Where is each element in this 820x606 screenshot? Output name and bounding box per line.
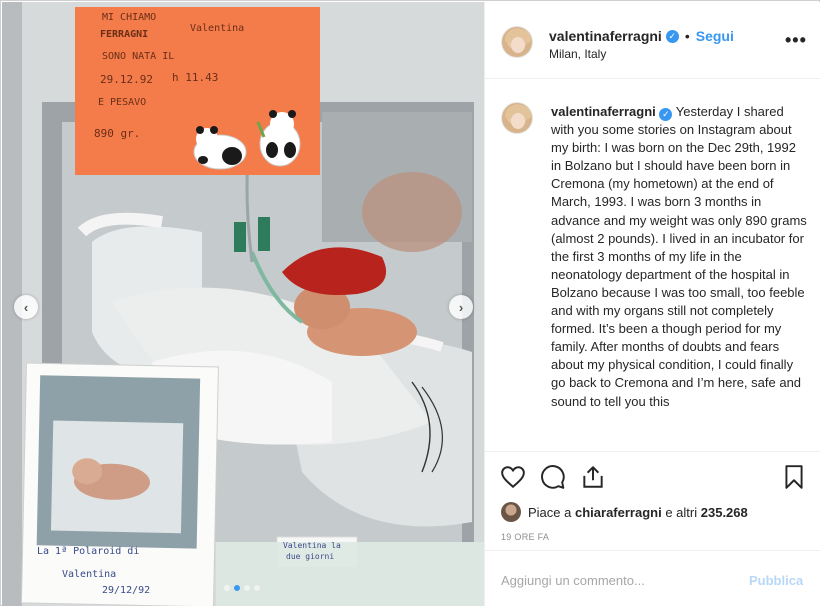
note-line: Valentina la	[283, 541, 341, 550]
carousel-dot	[254, 585, 260, 591]
comment-bar: Aggiungi un commento... Pubblica	[485, 550, 820, 606]
card-line: MI CHIAMO	[102, 12, 157, 23]
post-header: valentinaferragni ✓ • Segui Milan, Italy…	[485, 2, 820, 79]
likes-count[interactable]: 235.268	[701, 505, 748, 520]
carousel-prev-button[interactable]: ‹	[14, 295, 38, 319]
card-line: h 11.43	[172, 71, 219, 84]
bookmark-icon[interactable]	[781, 464, 807, 490]
verified-badge-icon: ✓	[659, 107, 673, 121]
likes-middle: e altri	[665, 504, 698, 520]
card-line: FERRAGNI	[100, 29, 149, 40]
instagram-post-window: MI CHIAMO FERRAGNI Valentina SONO NATA I…	[0, 0, 820, 606]
polaroid-photo	[20, 362, 219, 606]
post-location[interactable]: Milan, Italy	[549, 47, 606, 61]
separator-dot: •	[684, 28, 690, 44]
liker-username[interactable]: chiaraferragni	[575, 505, 662, 520]
follow-button[interactable]: Segui	[696, 28, 734, 44]
carousel-dot	[224, 585, 230, 591]
likes-prefix: Piace a	[528, 504, 572, 520]
liker-avatar[interactable]	[501, 502, 521, 522]
heart-icon[interactable]	[500, 464, 526, 490]
carousel-indicator	[224, 585, 260, 591]
comment-input[interactable]: Aggiungi un commento...	[501, 573, 645, 588]
caption-body: Yesterday I shared with you some stories…	[551, 104, 807, 409]
caption: valentinaferragni ✓ Yesterday I shared w…	[551, 103, 809, 411]
verified-badge-icon: ✓	[665, 29, 679, 43]
caption-author-avatar[interactable]	[501, 102, 533, 134]
likes-summary: Piace a chiaraferragni e altri 235.268	[501, 502, 748, 522]
caption-section: valentinaferragni ✓ Yesterday I shared w…	[485, 80, 820, 450]
polaroid-caption: 29/12/92	[102, 585, 151, 596]
card-line: 29.12.92	[100, 73, 153, 86]
polaroid-caption: La 1ª Polaroid di	[37, 546, 140, 557]
caption-username[interactable]: valentinaferragni	[551, 104, 656, 119]
post-timestamp[interactable]: 19 ORE FA	[501, 532, 549, 542]
chevron-right-icon: ›	[458, 299, 464, 315]
chevron-left-icon: ‹	[23, 299, 29, 315]
card-line: E PESAVO	[98, 97, 147, 108]
incubator-photo	[2, 2, 484, 606]
comment-icon[interactable]	[540, 464, 566, 490]
card-line: 890 gr.	[94, 127, 141, 140]
carousel-next-button[interactable]: ›	[449, 295, 473, 319]
publish-button[interactable]: Pubblica	[749, 573, 803, 588]
card-line: SONO NATA IL	[102, 51, 175, 62]
author-avatar[interactable]	[501, 26, 533, 58]
author-username[interactable]: valentinaferragni	[549, 28, 662, 44]
more-options-button[interactable]: •••	[785, 30, 807, 51]
share-icon[interactable]	[580, 464, 606, 490]
polaroid-caption: Valentina	[62, 569, 117, 580]
post-media[interactable]: MI CHIAMO FERRAGNI Valentina SONO NATA I…	[2, 2, 484, 606]
card-line: Valentina	[190, 23, 245, 34]
carousel-dot	[244, 585, 250, 591]
carousel-dot	[234, 585, 240, 591]
post-sidebar: valentinaferragni ✓ • Segui Milan, Italy…	[484, 2, 820, 606]
note-line: due giorni	[286, 552, 335, 561]
